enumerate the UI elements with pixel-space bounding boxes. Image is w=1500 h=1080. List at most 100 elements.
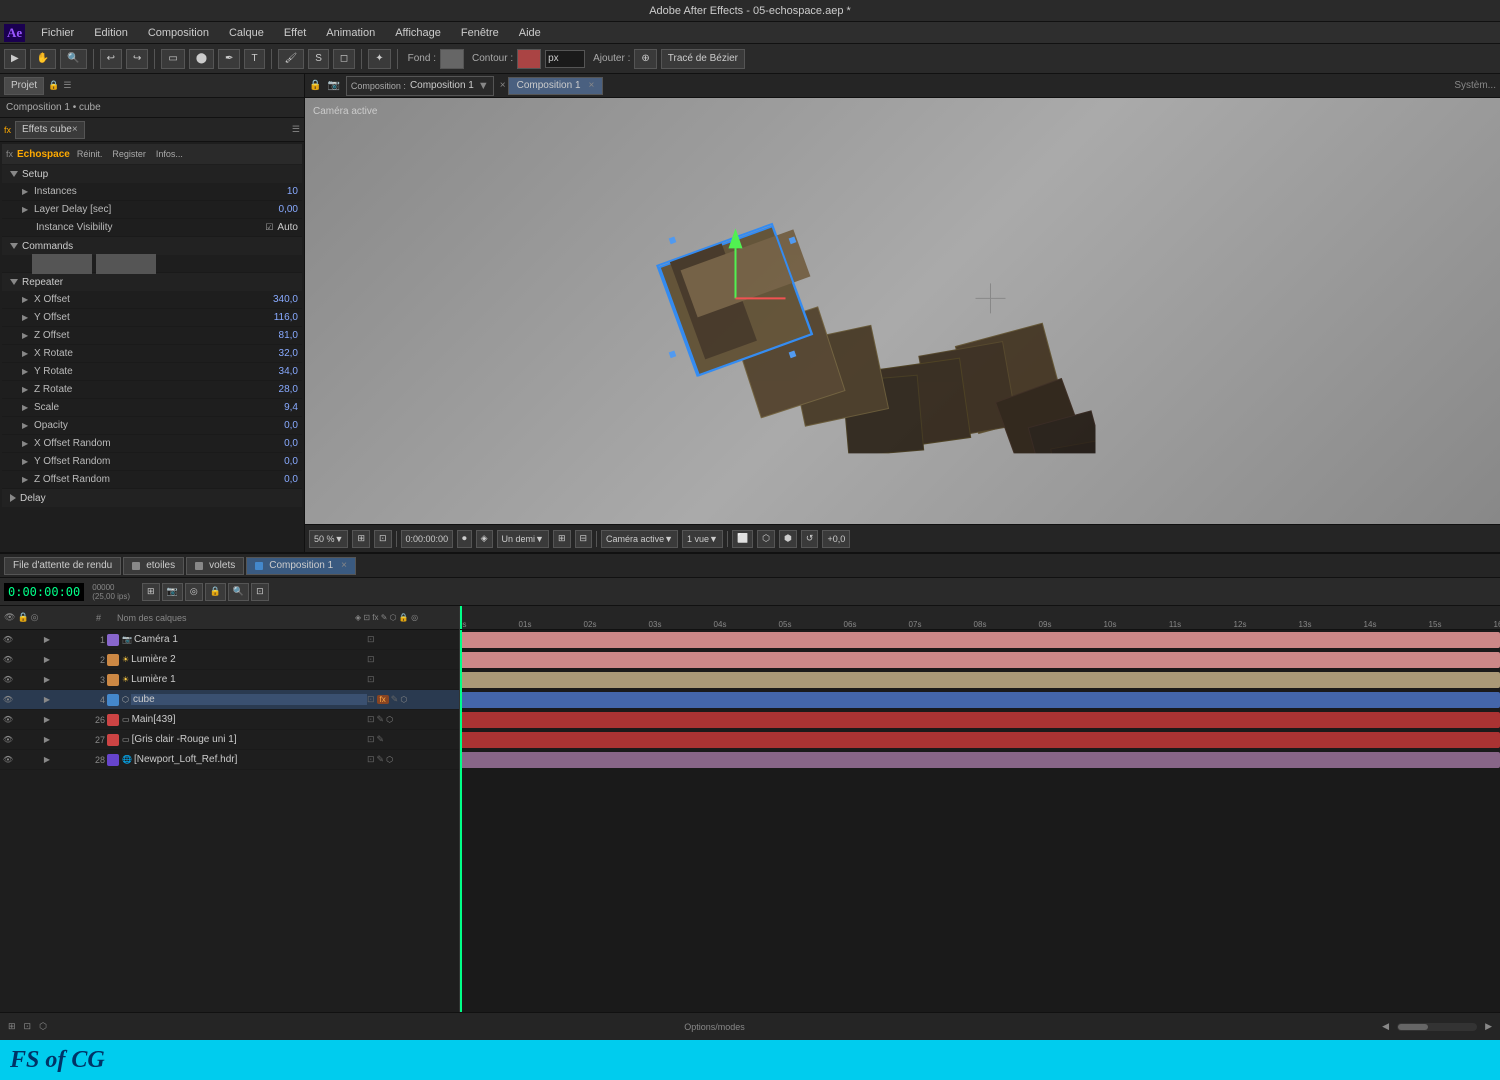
layer-1-lock[interactable] [15,634,27,646]
layer-3-sw1[interactable]: ⊡ [367,674,375,685]
tab-render-queue[interactable]: File d'attente de rendu [4,557,121,575]
reset-btn[interactable]: ↺ [801,530,819,548]
layer-2-solo[interactable] [28,654,40,666]
menu-edition[interactable]: Edition [90,25,132,41]
tool-select[interactable]: ▶ [4,49,26,69]
layer-4-icon[interactable]: ⬡ [400,695,407,704]
layer-27-lock[interactable] [15,734,27,746]
repeater-section-header[interactable]: Repeater [2,273,302,291]
layer-26-expand[interactable]: ▶ [41,714,53,726]
tab-comp1[interactable]: Composition 1 × [246,557,356,575]
layer-27-solo[interactable] [28,734,40,746]
instances-row[interactable]: ▶ Instances 10 [2,183,302,201]
comp-tab-close[interactable]: × [500,80,506,91]
layer-26-eye[interactable]: 👁 [2,714,14,726]
layer-row-26[interactable]: 👁 ▶ 26 ▭ Main[439] ⊡ ✎ ⬡ [0,710,459,730]
tool-ellipse[interactable]: ⬤ [189,49,214,69]
y-rotate-row[interactable]: ▶ Y Rotate 34,0 [2,363,302,381]
commands-section-header[interactable]: Commands [2,237,302,255]
layer-26-lock[interactable] [15,714,27,726]
register-btn[interactable]: Register [109,148,149,160]
contour-swatch[interactable] [517,49,541,69]
layer-delay-row[interactable]: ▶ Layer Delay [sec] 0,00 [2,201,302,219]
menu-affichage[interactable]: Affichage [391,25,445,41]
layer-3-solo[interactable] [28,674,40,686]
z-rotate-row[interactable]: ▶ Z Rotate 28,0 [2,381,302,399]
x-offset-row[interactable]: ▶ X Offset 340,0 [2,291,302,309]
scale-value[interactable]: 9,4 [258,402,298,413]
comp-tab-close-btn[interactable]: × [589,80,595,91]
layer-1-sw1[interactable]: ⊡ [367,634,375,645]
draft-btn[interactable]: ◈ [476,530,493,548]
y-offset-random-value[interactable]: 0,0 [258,456,298,467]
layer-28-solo[interactable] [28,754,40,766]
y-offset-row[interactable]: ▶ Y Offset 116,0 [2,309,302,327]
playhead[interactable] [460,606,462,629]
layer-27-expand[interactable]: ▶ [41,734,53,746]
tool-zoom[interactable]: 🔍 [60,49,86,69]
layer-row-3[interactable]: 👁 ▶ 3 ☀ Lumière 1 ⊡ [0,670,459,690]
layer-27-eye[interactable]: 👁 [2,734,14,746]
tool-brush[interactable]: 🖌 [278,49,305,69]
layer-28-sw1[interactable]: ⊡ [367,754,375,765]
camera-view-btn[interactable]: Caméra active ▼ [601,530,678,548]
z-offset-row[interactable]: ▶ Z Offset 81,0 [2,327,302,345]
layer-4-fx[interactable]: fx [377,695,389,704]
layer-1-expand[interactable]: ▶ [41,634,53,646]
z-offset-random-value[interactable]: 0,0 [258,474,298,485]
layer-26-icon[interactable]: ⬡ [386,715,393,724]
infos-btn[interactable]: Infos... [153,148,186,160]
menu-aide[interactable]: Aide [515,25,545,41]
layer-3-lock[interactable] [15,674,27,686]
layer-2-sw1[interactable]: ⊡ [367,654,375,665]
zoom-btn[interactable]: 50 % ▼ [309,530,348,548]
layer-28-lock[interactable] [15,754,27,766]
setup-section-header[interactable]: Setup [2,165,302,183]
tool-hand[interactable]: ✋ [30,49,56,69]
opacity-row[interactable]: ▶ Opacity 0,0 [2,417,302,435]
render-btn[interactable]: ⬜ [732,530,753,548]
layer-delay-value[interactable]: 0,00 [258,204,298,215]
x-offset-random-row[interactable]: ▶ X Offset Random 0,0 [2,435,302,453]
comp-selector-arrow[interactable]: ▼ [478,80,489,92]
tl-search-btn[interactable]: 🔍 [228,583,249,601]
quality-btn[interactable]: Un demi ▼ [497,530,549,548]
bottom-icon-1[interactable]: ⊞ [8,1021,16,1032]
layer-27-sw2[interactable]: ✎ [377,734,385,745]
comp-viewer[interactable]: Caméra active [305,98,1500,524]
layer-27-sw1[interactable]: ⊡ [367,734,375,745]
tl-lock-btn[interactable]: 🔒 [205,583,226,601]
layer-4-expand[interactable]: ▶ [41,694,53,706]
z-offset-value[interactable]: 81,0 [258,330,298,341]
z-rotate-value[interactable]: 28,0 [258,384,298,395]
layer-2-expand[interactable]: ▶ [41,654,53,666]
tab-comp1-close[interactable]: × [341,560,347,571]
px-input[interactable] [545,50,585,68]
tl-solo-btn[interactable]: ◎ [185,583,203,601]
tool-eraser[interactable]: ◻ [333,49,355,69]
cmd-btn-1[interactable] [32,254,92,274]
menu-fenetre[interactable]: Fenêtre [457,25,503,41]
instances-value[interactable]: 10 [258,186,298,197]
tl-misc-btn[interactable]: ⊡ [251,583,269,601]
view-count-btn[interactable]: 1 vue ▼ [682,530,723,548]
echospace-toggle[interactable]: fx [6,149,13,159]
layer-4-eye[interactable]: 👁 [2,694,14,706]
layer-1-solo[interactable] [28,634,40,646]
panel-menu-icon[interactable]: ☰ [63,80,71,91]
scale-row[interactable]: ▶ Scale 9,4 [2,399,302,417]
scroll-right[interactable]: ▶ [1485,1021,1492,1032]
grid2-btn[interactable]: ⊟ [575,530,593,548]
z-offset-random-row[interactable]: ▶ Z Offset Random 0,0 [2,471,302,489]
menu-composition[interactable]: Composition [144,25,213,41]
fond-swatch[interactable] [440,49,464,69]
layer-28-expand[interactable]: ▶ [41,754,53,766]
layer-row-2[interactable]: 👁 ▶ 2 ☀ Lumière 2 ⊡ [0,650,459,670]
y-rotate-value[interactable]: 34,0 [258,366,298,377]
tab-etoiles[interactable]: etoiles [123,557,184,575]
fit-btn[interactable]: ⊞ [352,530,370,548]
bezier-btn[interactable]: Tracé de Bézier [661,49,745,69]
layer-28-icon[interactable]: ⬡ [386,755,393,764]
layer-row-4[interactable]: 👁 ▶ 4 ⬡ cube ⊡ fx ✎ ⬡ [0,690,459,710]
tool-rect[interactable]: ▭ [161,49,184,69]
